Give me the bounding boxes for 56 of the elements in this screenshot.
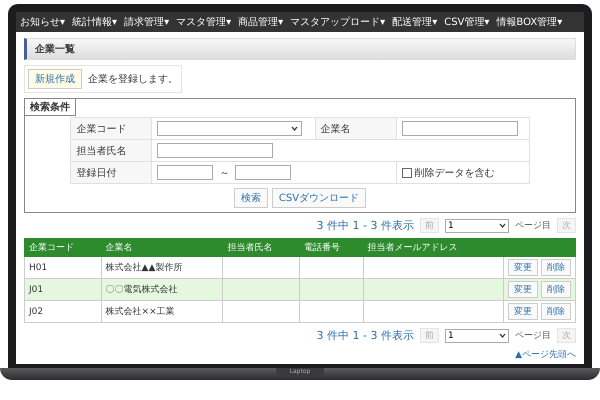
table-cell: 〇〇電気株式会社 — [101, 278, 223, 300]
menu-item[interactable]: 商品管理▾ — [238, 14, 284, 30]
page-label: ページ目 — [515, 220, 551, 232]
delete-button[interactable]: 削除 — [541, 303, 571, 320]
table-cell: J02 — [24, 300, 102, 322]
field-label: 企業名 — [315, 118, 396, 140]
menu-item[interactable]: 請求管理▾ — [124, 14, 170, 30]
page-select[interactable]: 1 — [445, 328, 509, 342]
page-title: 企業一覧 — [24, 38, 576, 60]
table-cell — [299, 300, 364, 322]
table-cell: 株式会社××工業 — [101, 300, 223, 322]
company-name-field[interactable] — [402, 121, 518, 136]
delete-button[interactable]: 削除 — [541, 281, 571, 298]
menu-item[interactable]: マスタアップロード▾ — [290, 14, 386, 30]
chevron-down-icon — [291, 126, 298, 131]
new-button[interactable]: 新規作成 — [28, 69, 82, 89]
column-header: 企業コード — [24, 238, 102, 256]
column-header: 企業名 — [101, 238, 223, 256]
edit-button[interactable]: 変更 — [508, 303, 538, 320]
new-note: 企業を登録します。 — [88, 72, 178, 86]
table-cell: J01 — [24, 278, 102, 300]
company-code-select[interactable] — [157, 121, 302, 136]
page-label: ページ目 — [515, 330, 551, 342]
checkbox[interactable] — [402, 168, 412, 178]
menu-item[interactable]: 情報BOX管理▾ — [496, 14, 562, 30]
delete-button[interactable]: 削除 — [541, 259, 571, 276]
page-top-link[interactable]: ▲ページ先頭へ — [515, 348, 576, 361]
field-label: 企業コード — [70, 118, 152, 140]
column-header: 担当者氏名 — [222, 238, 300, 256]
menu-item[interactable]: お知らせ▾ — [20, 14, 66, 30]
field-label: 登録日付 — [70, 162, 152, 184]
search-button[interactable]: 検索 — [234, 188, 268, 208]
checkbox-label: 削除データを含む — [414, 166, 495, 180]
search-title: 検索条件 — [24, 98, 76, 116]
person-name-field[interactable] — [157, 143, 274, 158]
page-select[interactable]: 1 — [445, 218, 509, 232]
date-separator: ～ — [219, 166, 230, 180]
chevron-down-icon — [499, 333, 506, 338]
csv-download-button[interactable]: CSVダウンロード — [272, 188, 366, 208]
date-from-field[interactable] — [157, 165, 214, 180]
chevron-down-icon — [499, 223, 506, 228]
table-cell — [299, 278, 364, 300]
result-count: 3 件中 1 - 3 件表示 — [316, 218, 414, 233]
date-to-field[interactable] — [235, 165, 292, 180]
menu-item[interactable]: マスタ管理▾ — [176, 14, 232, 30]
edit-button[interactable]: 変更 — [508, 259, 538, 276]
menu-item[interactable]: CSV管理▾ — [444, 14, 490, 30]
menu-item[interactable]: 統計情報▾ — [72, 14, 118, 30]
column-header: 電話番号 — [299, 238, 364, 256]
field-label: 担当者氏名 — [70, 140, 152, 162]
column-header: 担当者メールアドレス — [363, 238, 504, 256]
result-count: 3 件中 1 - 3 件表示 — [316, 328, 414, 343]
menu-item[interactable]: 配送管理▾ — [392, 14, 438, 30]
table-row[interactable]: J01 〇〇電気株式会社 変更 削除 — [24, 278, 576, 300]
edit-button[interactable]: 変更 — [508, 281, 538, 298]
table-row[interactable]: J02 株式会社××工業 変更 削除 — [24, 300, 576, 322]
